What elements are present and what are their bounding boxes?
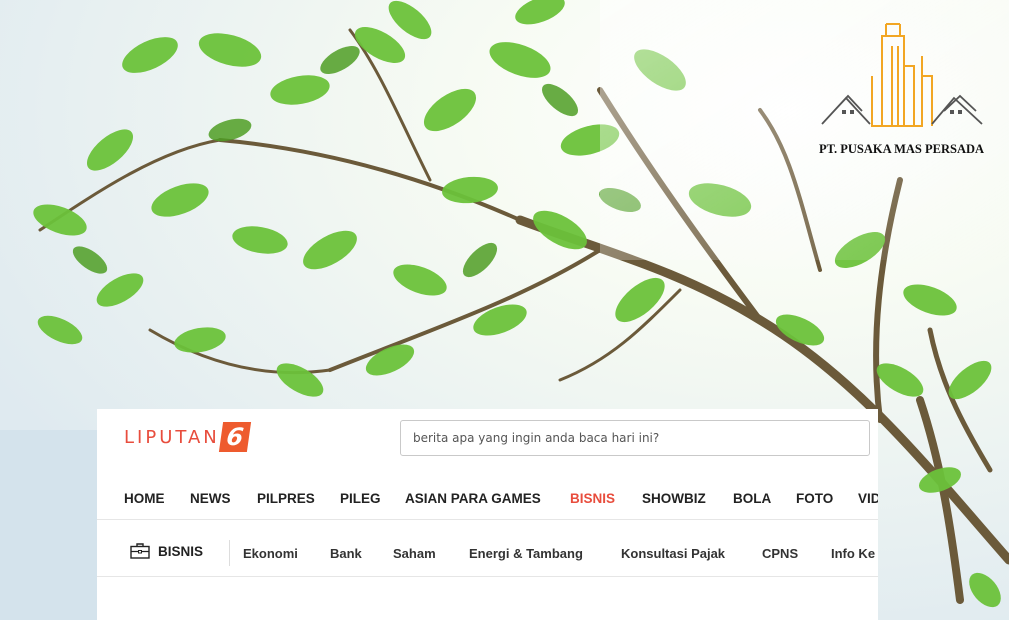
subnav-item-bank[interactable]: Bank	[330, 546, 362, 561]
subnav-item-cpns[interactable]: CPNS	[762, 546, 798, 561]
company-logo: PT. PUSAKA MAS PERSADA	[804, 16, 999, 166]
nav-item-foto[interactable]: FOTO	[796, 491, 833, 506]
section-label: BISNIS	[158, 543, 204, 559]
subnav-item-info[interactable]: Info Ke	[831, 546, 875, 561]
nav-item-video[interactable]: VID	[858, 491, 878, 506]
section-subnav: BISNIS Ekonomi Bank Saham Energi & Tamba…	[97, 528, 878, 577]
nav-item-pileg[interactable]: PILEG	[340, 491, 381, 506]
nav-item-bola[interactable]: BOLA	[733, 491, 771, 506]
liputan6-logo[interactable]: LIPUTAN 6	[124, 421, 251, 453]
building-logo-icon	[821, 23, 983, 127]
company-name: PT. PUSAKA MAS PERSADA	[818, 142, 985, 156]
subnav-divider	[229, 540, 230, 566]
nav-item-bisnis[interactable]: BISNIS	[570, 491, 615, 506]
main-nav: HOME NEWS PILPRES PILEG ASIAN PARA GAMES…	[97, 479, 878, 520]
nav-item-pilpres[interactable]: PILPRES	[257, 491, 315, 506]
top-bar: LIPUTAN 6	[97, 409, 878, 469]
brand-wordmark: LIPUTAN	[124, 426, 220, 448]
nav-item-showbiz[interactable]: SHOWBIZ	[642, 491, 706, 506]
section-title[interactable]: BISNIS	[130, 543, 203, 559]
nav-item-asian-para-games[interactable]: ASIAN PARA GAMES	[405, 491, 541, 506]
search-input[interactable]	[400, 420, 870, 456]
subnav-item-saham[interactable]: Saham	[393, 546, 436, 561]
subnav-item-konsultasi-pajak[interactable]: Konsultasi Pajak	[621, 546, 725, 561]
subnav-item-ekonomi[interactable]: Ekonomi	[243, 546, 298, 561]
briefcase-icon	[130, 543, 150, 559]
nav-item-home[interactable]: HOME	[124, 491, 165, 506]
brand-badge: 6	[218, 422, 251, 452]
nav-item-news[interactable]: NEWS	[190, 491, 231, 506]
liputan6-header-panel: LIPUTAN 6 HOME NEWS PILPRES PILEG ASIAN …	[97, 409, 878, 620]
subnav-item-energi-tambang[interactable]: Energi & Tambang	[469, 546, 583, 561]
